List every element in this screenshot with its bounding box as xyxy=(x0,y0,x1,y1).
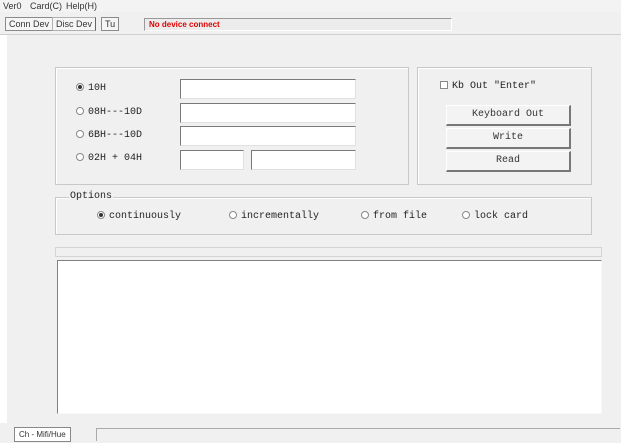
options-legend: Options xyxy=(69,191,114,202)
format-label: 08H---10D xyxy=(88,107,143,118)
output-actions-group: Kb Out "Enter" Keyboard Out Write Read xyxy=(417,67,592,185)
value-6bh-10d-field[interactable] xyxy=(180,126,356,146)
format-radio-10h[interactable]: 10H xyxy=(76,82,106,96)
radio-checked-icon xyxy=(97,211,105,220)
device-status-text: No device connect xyxy=(144,18,452,31)
toolbar: Conn Dev Disc Dev Tu No device connect xyxy=(0,12,621,35)
write-button[interactable]: Write xyxy=(446,128,571,149)
format-label: 6BH---10D xyxy=(88,130,143,141)
value-10h-field[interactable] xyxy=(180,79,356,99)
radio-checked-icon xyxy=(76,83,84,92)
format-radio-08h-10d[interactable]: 08H---10D xyxy=(76,106,142,120)
bottom-tab[interactable]: Ch - Mifi/Hue xyxy=(14,427,71,442)
checkbox-icon xyxy=(440,81,448,90)
separator-bar xyxy=(55,247,602,257)
menu-item-card[interactable]: Card(C) xyxy=(30,1,62,11)
menu-item-help[interactable]: Help(H) xyxy=(66,1,97,11)
option-continuously[interactable]: continuously xyxy=(97,210,181,224)
value-02h-field[interactable] xyxy=(180,150,244,170)
option-label: continuously xyxy=(109,211,182,222)
option-incrementally[interactable]: incrementally xyxy=(229,210,319,224)
radio-icon xyxy=(76,107,84,116)
option-lock-card[interactable]: lock card xyxy=(462,210,528,224)
read-button[interactable]: Read xyxy=(446,151,571,172)
bottom-bar: Ch - Mifi/Hue xyxy=(0,423,621,443)
format-label: 02H + 04H xyxy=(88,153,143,164)
kb-out-enter-label: Kb Out "Enter" xyxy=(452,81,537,92)
bottom-tab-strip xyxy=(96,428,620,441)
format-radio-02h-04h[interactable]: 02H + 04H xyxy=(76,152,142,166)
output-log-area[interactable] xyxy=(57,260,602,414)
kb-out-enter-checkbox[interactable]: Kb Out "Enter" xyxy=(440,80,536,94)
radio-icon xyxy=(462,211,470,220)
menu-item-ver[interactable]: Ver0 xyxy=(3,1,22,11)
radio-icon xyxy=(361,211,369,220)
option-label: incrementally xyxy=(241,211,320,222)
radio-icon xyxy=(229,211,237,220)
option-from-file[interactable]: from file xyxy=(361,210,427,224)
option-label: from file xyxy=(373,211,428,222)
connect-device-button[interactable]: Conn Dev xyxy=(5,17,54,31)
value-08h-10d-field[interactable] xyxy=(180,103,356,123)
radio-icon xyxy=(76,130,84,139)
disconnect-device-button[interactable]: Disc Dev xyxy=(52,17,97,31)
value-04h-field[interactable] xyxy=(251,150,356,170)
keyboard-out-button[interactable]: Keyboard Out xyxy=(446,105,571,126)
menu-bar: Ver0 Card(C) Help(H) xyxy=(0,0,621,12)
radio-icon xyxy=(76,153,84,162)
extra-toolbar-button[interactable]: Tu xyxy=(101,17,120,31)
main-panel: 10H 08H---10D 6BH---10D 02H + 04H Kb Out… xyxy=(7,35,621,423)
format-label: 10H xyxy=(88,83,107,94)
option-label: lock card xyxy=(474,211,529,222)
format-group: 10H 08H---10D 6BH---10D 02H + 04H xyxy=(55,67,409,185)
format-radio-6bh-10d[interactable]: 6BH---10D xyxy=(76,129,142,143)
